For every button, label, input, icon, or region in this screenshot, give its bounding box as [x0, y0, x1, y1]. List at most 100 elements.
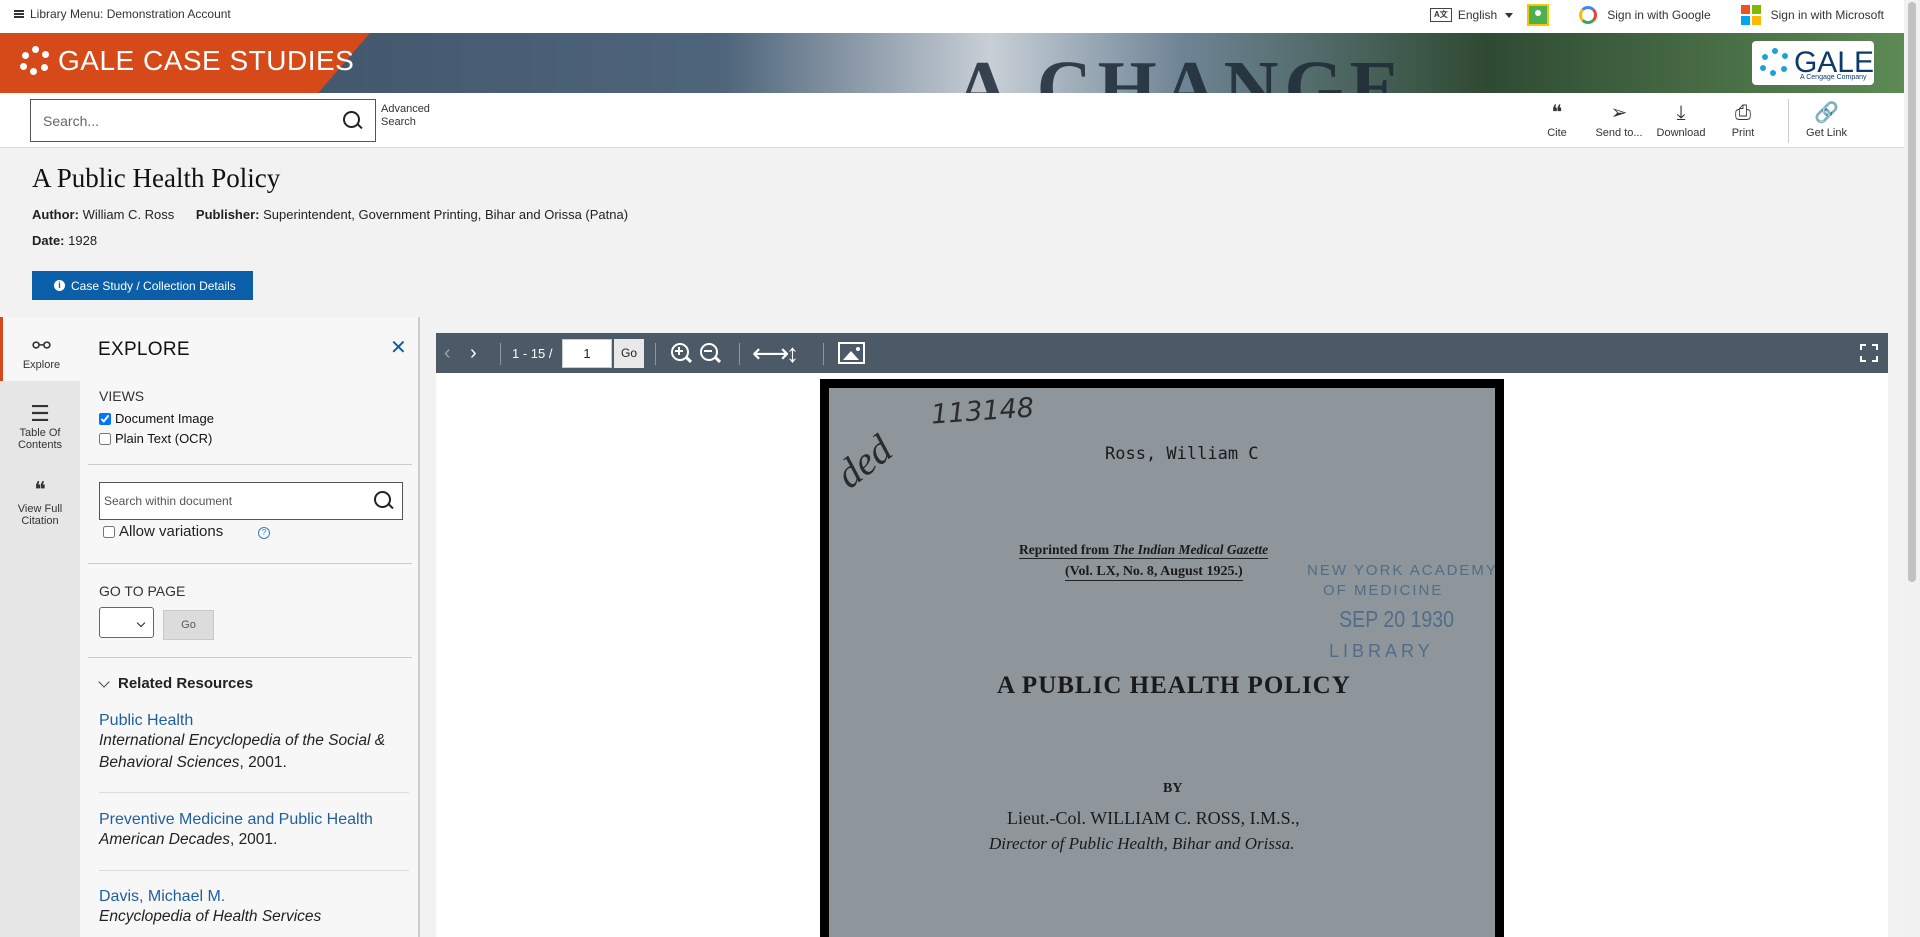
- related-resource-link[interactable]: Davis, Michael M.: [99, 888, 409, 906]
- author-value: William C. Ross: [82, 207, 175, 222]
- download-icon: ⤓: [1676, 102, 1686, 124]
- document-page-image[interactable]: 113148 ded Ross, William C Reprinted fro…: [820, 379, 1504, 937]
- related-resource-year: , 2001.: [229, 831, 278, 848]
- publisher-value: Superintendent, Government Printing, Bih…: [263, 207, 629, 222]
- zoom-out-icon: [699, 342, 721, 364]
- download-button[interactable]: ⤓ Download: [1650, 99, 1712, 143]
- next-page-button[interactable]: ›: [470, 333, 477, 373]
- search-input[interactable]: [43, 112, 343, 129]
- microsoft-icon: [1740, 5, 1761, 25]
- image-settings-button[interactable]: [838, 333, 865, 373]
- related-resource-link[interactable]: Preventive Medicine and Public Health: [99, 811, 409, 829]
- page-select[interactable]: [99, 607, 154, 638]
- rail-table-of-contents[interactable]: ☰ Table Of Contents: [0, 401, 80, 451]
- plain-text-checkbox[interactable]: [99, 432, 111, 445]
- hamburger-icon: [14, 10, 24, 18]
- sign-in-google-button[interactable]: Sign in with Google: [1579, 6, 1711, 24]
- language-selector[interactable]: A文 English: [1429, 8, 1514, 22]
- gale-logo[interactable]: GALE A Cengage Company: [1752, 41, 1874, 85]
- search-toolbar: Advanced Search ❝ Cite ➢ Send to... ⤓ Do…: [0, 93, 1904, 148]
- chevron-down-icon: [98, 675, 110, 688]
- brand-home-link[interactable]: GALE CASE STUDIES: [20, 45, 354, 77]
- banner-background-text: A CHANGE: [955, 46, 1407, 93]
- library-stamp-date: SEP 20 1930: [1339, 606, 1455, 632]
- fullscreen-icon: [1860, 344, 1878, 362]
- caret-down-icon: [1505, 12, 1514, 18]
- related-resource-item: Public Health International Encyclopedia…: [99, 712, 409, 774]
- scrollbar-thumb[interactable]: [1908, 2, 1916, 582]
- sign-in-google-label: Sign in with Google: [1607, 8, 1711, 22]
- get-link-button[interactable]: 🔗 Get Link: [1788, 99, 1864, 143]
- toolbar-divider: [739, 343, 740, 365]
- chevron-right-icon: ›: [470, 341, 477, 364]
- document-viewer: ‹ › 1 - 15 / 1 Go ⟷ ↕ 113148 ded Ross, W…: [436, 333, 1888, 937]
- help-icon[interactable]: ?: [258, 527, 270, 539]
- related-resource-source: Encyclopedia of Health Services: [99, 908, 322, 925]
- search-icon[interactable]: [343, 110, 363, 131]
- sign-in-microsoft-button[interactable]: Sign in with Microsoft: [1740, 5, 1884, 25]
- go-to-page-button[interactable]: Go: [163, 610, 214, 640]
- publisher-label: Publisher:: [195, 207, 260, 222]
- cite-button[interactable]: ❝ Cite: [1526, 99, 1588, 143]
- quote-icon: ❝: [1551, 102, 1563, 124]
- google-classroom-icon[interactable]: [1527, 4, 1550, 26]
- document-meta: Author: William C. Ross Publisher: Super…: [32, 207, 646, 222]
- page-number-input[interactable]: 1: [562, 338, 612, 368]
- fit-width-button[interactable]: ⟷: [752, 333, 789, 373]
- allow-variations-checkbox[interactable]: [103, 525, 115, 538]
- divider: [88, 464, 412, 465]
- collection-details-label: Case Study / Collection Details: [71, 278, 236, 293]
- allow-variations-option[interactable]: Allow variations: [103, 523, 223, 540]
- explore-heading: EXPLORE: [98, 339, 190, 360]
- binoculars-icon: ⚯: [32, 333, 51, 358]
- print-icon: ⎙: [1735, 102, 1751, 124]
- collection-details-button[interactable]: i Case Study / Collection Details: [32, 271, 253, 300]
- print-button[interactable]: ⎙ Print: [1712, 99, 1774, 143]
- view-plain-text-option[interactable]: Plain Text (OCR): [99, 431, 212, 446]
- reprint-journal: The Indian Medical Gazette: [1112, 542, 1269, 557]
- divider: [88, 657, 412, 658]
- close-icon[interactable]: ✕: [390, 335, 407, 360]
- zoom-in-icon: [670, 342, 692, 364]
- related-resource-item: Davis, Michael M. Encyclopedia of Health…: [99, 888, 409, 928]
- fit-height-button[interactable]: ↕: [786, 333, 799, 373]
- rail-explore[interactable]: ⚯ Explore: [0, 317, 80, 381]
- view-document-image-option[interactable]: Document Image: [99, 411, 214, 426]
- zoom-out-button[interactable]: [699, 333, 721, 373]
- advanced-search-link[interactable]: Advanced Search: [381, 103, 441, 129]
- advanced-search-label-1: Advanced: [381, 103, 430, 115]
- go-to-page-label: GO TO PAGE: [99, 583, 186, 599]
- document-image-checkbox[interactable]: [99, 412, 111, 425]
- divider: [99, 870, 409, 871]
- translate-icon: A文: [1429, 8, 1452, 22]
- previous-page-button[interactable]: ‹: [444, 333, 451, 373]
- library-stamp-line-1: NEW YORK ACADEMY: [1307, 562, 1495, 579]
- banner: A CHANGE GALE CASE STUDIES GALE A Cengag…: [0, 33, 1904, 93]
- library-menu-button[interactable]: Library Menu: Demonstration Account: [14, 7, 231, 21]
- document-date: Date: 1928: [32, 233, 97, 248]
- zoom-in-button[interactable]: [670, 333, 692, 373]
- search-icon[interactable]: [374, 491, 394, 511]
- related-resource-item: Preventive Medicine and Public Health Am…: [99, 811, 409, 851]
- document-search-input[interactable]: [104, 494, 374, 508]
- advanced-search-label-2: Search: [381, 116, 416, 128]
- rail-view-full-citation[interactable]: ❝ View Full Citation: [0, 477, 80, 527]
- related-resources-toggle[interactable]: Related Resources: [98, 675, 253, 692]
- brand-name: GALE CASE STUDIES: [58, 45, 355, 76]
- left-rail: ⚯ Explore ☰ Table Of Contents ❝ View Ful…: [0, 317, 80, 937]
- send-icon: ➢: [1610, 102, 1628, 124]
- library-stamp-line-4: LIBRARY: [1329, 641, 1434, 661]
- chevron-left-icon: ‹: [444, 341, 451, 364]
- brand-dots-icon: [20, 46, 50, 76]
- fullscreen-button[interactable]: [1860, 333, 1878, 373]
- send-to-button[interactable]: ➢ Send to...: [1588, 99, 1650, 143]
- document-page-scan: 113148 ded Ross, William C Reprinted fro…: [829, 388, 1495, 937]
- related-resource-link[interactable]: Public Health: [99, 712, 409, 730]
- handwritten-number: 113148: [930, 392, 1036, 431]
- viewer-go-button[interactable]: Go: [614, 338, 644, 368]
- page-scrollbar[interactable]: [1904, 0, 1920, 937]
- page-byline: Lieut.-Col. WILLIAM C. ROSS, I.M.S.,: [1007, 808, 1300, 828]
- reprint-line-1: Reprinted from The Indian Medical Gazett…: [1019, 542, 1269, 559]
- info-icon: i: [54, 280, 65, 291]
- page-range: 1 - 15 /: [512, 345, 553, 361]
